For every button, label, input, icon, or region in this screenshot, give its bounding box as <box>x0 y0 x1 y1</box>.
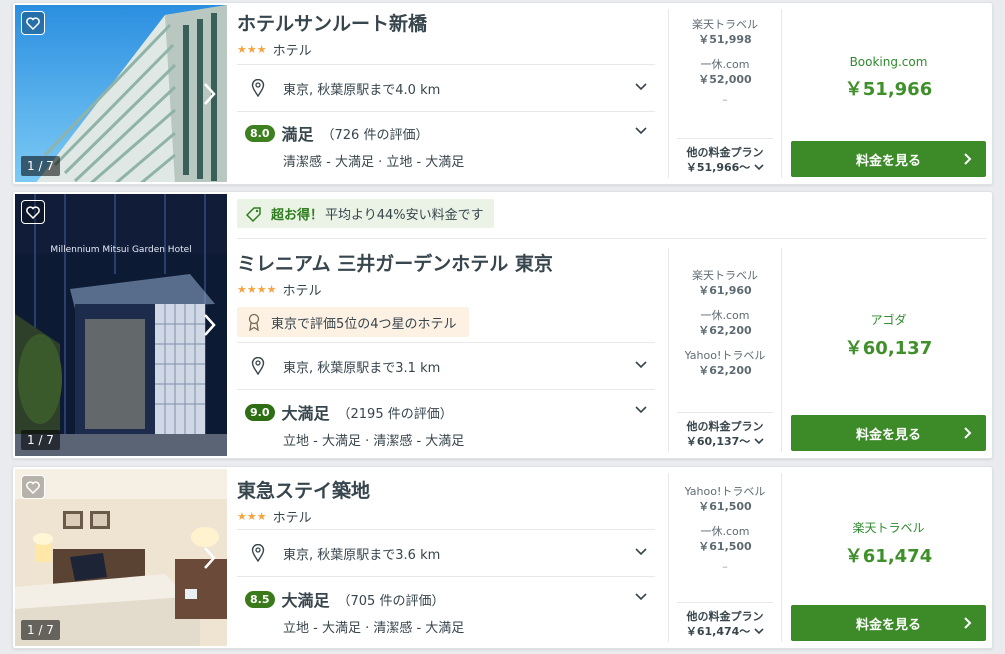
partner-price[interactable]: 一休.com ￥52,000 <box>669 57 781 87</box>
hotel-name[interactable]: ミレニアム 三井ガーデンホテル 東京 <box>237 249 655 276</box>
location-pin-icon <box>251 544 265 562</box>
chevron-down-icon[interactable] <box>635 593 647 601</box>
deal-price: ￥51,966 <box>844 79 933 100</box>
rating-count: （2195 件の評価） <box>337 406 453 422</box>
hotel-photo[interactable]: Millennium Mitsui Garden Hotel 1 / 7 <box>15 194 227 456</box>
rating-count: （726 件の評価） <box>321 127 429 143</box>
deal-promo-banner: 超お得！ 平均より44%安い料金です <box>237 199 494 228</box>
location-pin-icon <box>251 357 265 375</box>
location-text: 東京, 秋葉原駅まで3.6 km <box>283 547 441 563</box>
view-deal-button[interactable]: 料金を見る <box>791 415 986 451</box>
next-photo-arrow-icon[interactable] <box>199 80 219 108</box>
chevron-down-icon[interactable] <box>635 406 647 414</box>
chevron-down-icon[interactable] <box>635 361 647 369</box>
partner-price[interactable]: 楽天トラベル ￥51,998 <box>669 17 781 47</box>
rating-badge: 9.0 <box>245 403 275 421</box>
chevron-down-icon[interactable] <box>635 83 647 91</box>
chevron-right-icon <box>964 617 972 629</box>
accommodation-type: ホテル <box>272 44 312 59</box>
hotel-sign: Millennium Mitsui Garden Hotel <box>50 245 191 255</box>
view-deal-button[interactable]: 料金を見る <box>791 605 986 641</box>
accommodation-type: ホテル <box>272 511 312 526</box>
rating-count: （705 件の評価） <box>337 593 445 609</box>
partner-prices: 楽天トラベル ￥51,998 一休.com ￥52,000 – 他の料金プラン ￥5… <box>668 9 782 178</box>
hotel-card: 1 / 7 ホテルサンルート新橋 ★★★ ホテル 東京, 秋葉原駅まで4.0 k… <box>12 2 993 185</box>
deal-price: ￥60,137 <box>844 338 933 359</box>
best-deal[interactable]: 楽天トラベル ￥61,474 <box>791 519 986 568</box>
other-plans[interactable]: 他の料金プラン ￥51,966〜 <box>677 138 773 178</box>
photo-counter: 1 / 7 <box>21 430 60 450</box>
hotel-photo[interactable]: 1 / 7 <box>15 469 227 646</box>
chevron-down-icon[interactable] <box>635 127 647 135</box>
rating-details: 立地 - 大満足 · 清潔感 - 大満足 <box>283 434 465 449</box>
location-text: 東京, 秋葉原駅まで3.1 km <box>283 360 441 376</box>
star-rating-icon: ★★★ <box>237 510 267 523</box>
hotel-photo[interactable]: 1 / 7 <box>15 5 227 182</box>
rating-details: 清潔感 - 大満足 · 立地 - 大満足 <box>283 155 465 170</box>
building-photo: Millennium Mitsui Garden Hotel <box>15 194 227 456</box>
deal-source: アゴダ <box>870 313 907 327</box>
partner-prices: 楽天トラベル ￥61,960 一休.com ￥62,200 Yahoo!トラベル ￥6… <box>668 248 782 452</box>
deal-source: 楽天トラベル <box>852 521 925 535</box>
rating-word: 満足 <box>281 125 314 144</box>
price-tag-icon <box>245 206 261 222</box>
rating-row[interactable]: 9.0 大満足 （2195 件の評価） 立地 - 大満足 · 清潔感 - 大満足 <box>237 400 655 449</box>
photo-counter: 1 / 7 <box>21 156 60 176</box>
award-ribbon-icon <box>248 313 260 331</box>
location-pin-icon <box>251 79 265 97</box>
partner-price[interactable]: 楽天トラベル ￥61,960 <box>669 268 781 298</box>
partner-price[interactable]: Yahoo!トラベル ￥62,200 <box>669 348 781 378</box>
view-deal-button[interactable]: 料金を見る <box>791 141 986 177</box>
hotel-card: 1 / 7 東急ステイ築地 ★★★ ホテル 東京, 秋葉原駅まで3.6 km 8… <box>12 466 993 649</box>
rating-row[interactable]: 8.5 大満足 （705 件の評価） 立地 - 大満足 · 清潔感 - 大満足 <box>237 587 655 636</box>
partner-empty: – <box>722 93 728 106</box>
hotel-name[interactable]: 東急ステイ築地 <box>237 476 655 503</box>
location-text: 東京, 秋葉原駅まで4.0 km <box>283 82 441 98</box>
next-photo-arrow-icon[interactable] <box>199 311 219 339</box>
chevron-down-icon[interactable] <box>635 548 647 556</box>
rating-word: 大満足 <box>281 591 330 610</box>
favorite-heart-icon[interactable] <box>21 11 45 35</box>
favorite-heart-icon[interactable] <box>21 475 45 499</box>
photo-counter: 1 / 7 <box>21 620 60 640</box>
rating-word: 大満足 <box>281 404 330 423</box>
hotel-name[interactable]: ホテルサンルート新橋 <box>237 9 655 36</box>
rating-row[interactable]: 8.0 満足 （726 件の評価） 清潔感 - 大満足 · 立地 - 大満足 <box>237 121 655 170</box>
chevron-right-icon <box>964 427 972 439</box>
partner-price[interactable]: 一休.com ￥61,500 <box>669 524 781 554</box>
partner-price[interactable]: Yahoo!トラベル ￥61,500 <box>669 484 781 514</box>
deal-price: ￥61,474 <box>844 546 933 567</box>
best-deal[interactable]: Booking.com ￥51,966 <box>791 55 986 101</box>
location-row[interactable]: 東京, 秋葉原駅まで3.6 km <box>237 530 655 576</box>
hotel-card: Millennium Mitsui Garden Hotel 1 / 7 超お得… <box>12 191 993 459</box>
rating-badge: 8.5 <box>245 590 275 608</box>
partner-prices: Yahoo!トラベル ￥61,500 一休.com ￥61,500 – 他の料金プラ… <box>668 473 782 642</box>
partner-price[interactable]: 一休.com ￥62,200 <box>669 308 781 338</box>
rating-badge: 8.0 <box>245 124 275 142</box>
accommodation-type: ホテル <box>282 284 322 299</box>
partner-empty: – <box>722 560 728 573</box>
other-plans[interactable]: 他の料金プラン ￥61,474〜 <box>677 602 773 642</box>
favorite-heart-icon[interactable] <box>21 200 45 224</box>
next-photo-arrow-icon[interactable] <box>199 544 219 572</box>
chevron-right-icon <box>964 153 972 165</box>
location-row[interactable]: 東京, 秋葉原駅まで3.1 km <box>237 343 655 389</box>
rating-details: 立地 - 大満足 · 清潔感 - 大満足 <box>283 621 465 636</box>
location-row[interactable]: 東京, 秋葉原駅まで4.0 km <box>237 65 655 111</box>
best-deal[interactable]: アゴダ ￥60,137 <box>791 311 986 360</box>
other-plans[interactable]: 他の料金プラン ￥60,137〜 <box>677 412 773 452</box>
star-rating-icon: ★★★★ <box>237 283 277 296</box>
star-rating-icon: ★★★ <box>237 43 267 56</box>
deal-source: Booking.com <box>849 55 928 69</box>
award-badge: 東京で評価5位の4つ星のホテル <box>237 307 469 337</box>
